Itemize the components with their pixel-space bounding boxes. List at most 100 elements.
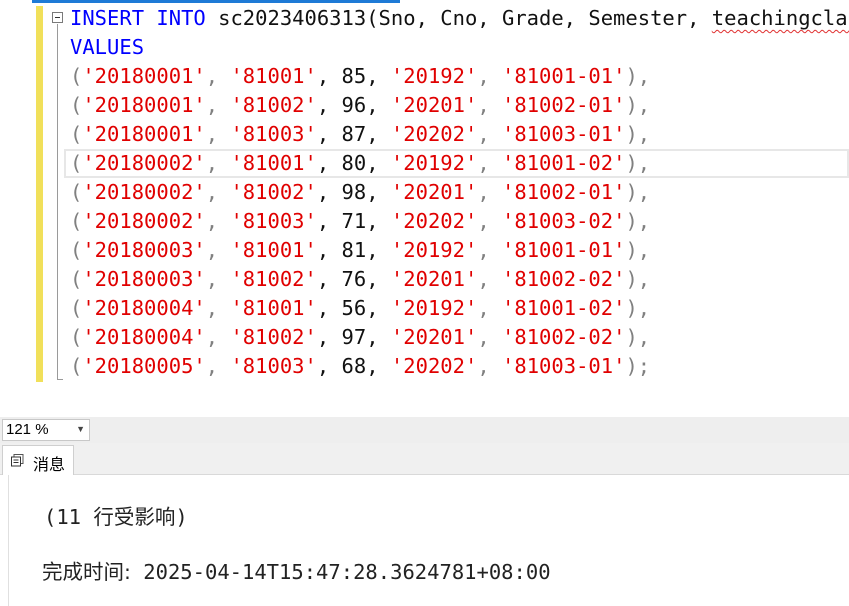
- string-literal: '20180002': [82, 180, 206, 204]
- code-token: (: [70, 354, 83, 378]
- code-token: , 96,: [316, 93, 391, 117]
- string-literal: '20180001': [82, 64, 206, 88]
- results-tab-bar: [0, 443, 849, 475]
- collapse-icon[interactable]: [52, 12, 63, 23]
- string-literal: '20180002': [82, 151, 206, 175]
- code-token: , 80,: [316, 151, 391, 175]
- code-token: (: [70, 238, 83, 262]
- string-literal: '81001-01': [502, 64, 626, 88]
- code-token: (: [70, 151, 83, 175]
- code-line[interactable]: ('20180001', '81002', 96, '20201', '8100…: [70, 91, 849, 120]
- string-literal: '20201': [390, 93, 478, 117]
- zoom-dropdown[interactable]: 121 % ▼: [2, 419, 90, 441]
- string-literal: '81002-01': [502, 180, 626, 204]
- tab-accent-bar: [0, 0, 400, 3]
- string-literal: '81002': [230, 180, 317, 204]
- code-token: ,: [205, 238, 231, 262]
- code-token: , 81,: [316, 238, 391, 262]
- code-token: ,: [477, 238, 503, 262]
- string-literal: '81001': [230, 151, 317, 175]
- code-token: (: [70, 267, 83, 291]
- code-token: ),: [625, 122, 651, 146]
- code-token: , 97,: [316, 325, 391, 349]
- code-line[interactable]: VALUES: [70, 33, 849, 62]
- string-literal: '81001-01': [502, 238, 626, 262]
- code-token: ),: [625, 64, 651, 88]
- string-literal: '20201': [390, 325, 478, 349]
- code-line[interactable]: ('20180002', '81002', 98, '20201', '8100…: [70, 178, 849, 207]
- code-line[interactable]: ('20180005', '81003', 68, '20202', '8100…: [70, 352, 849, 381]
- code-text[interactable]: INSERT INTO sc2023406313(Sno, Cno, Grade…: [70, 4, 849, 381]
- tab-messages[interactable]: 消息: [2, 445, 74, 476]
- string-literal: '20180001': [82, 93, 206, 117]
- code-token: ,: [477, 209, 503, 233]
- code-token: ,: [205, 151, 231, 175]
- string-literal: '20201': [390, 180, 478, 204]
- string-literal: '81001-02': [502, 296, 626, 320]
- code-token: ,: [205, 64, 231, 88]
- code-token: ),: [625, 267, 651, 291]
- string-literal: '81003-01': [502, 122, 626, 146]
- string-literal: '20202': [390, 122, 478, 146]
- string-literal: '81003': [230, 209, 317, 233]
- string-literal: '20202': [390, 354, 478, 378]
- string-literal: '81001': [230, 64, 317, 88]
- code-token: ,: [477, 180, 503, 204]
- string-literal: '81002-02': [502, 325, 626, 349]
- string-literal: '20180002': [82, 209, 206, 233]
- code-token: , 68,: [316, 354, 391, 378]
- code-token: ,: [477, 122, 503, 146]
- string-literal: '20192': [390, 151, 478, 175]
- code-token: ),: [625, 93, 651, 117]
- string-literal: '20180001': [82, 122, 206, 146]
- spellcheck-word: teachingclass: [711, 6, 849, 30]
- string-literal: '81003': [230, 354, 317, 378]
- code-token: ,: [205, 354, 231, 378]
- fold-guide-end: [57, 379, 63, 380]
- string-literal: '20180003': [82, 238, 206, 262]
- code-token: , 98,: [316, 180, 391, 204]
- change-indicator-bar: [36, 6, 43, 382]
- string-literal: '81003-02': [502, 209, 626, 233]
- code-token: (: [70, 296, 83, 320]
- code-token: ,: [477, 151, 503, 175]
- code-line[interactable]: INSERT INTO sc2023406313(Sno, Cno, Grade…: [70, 4, 849, 33]
- editor-gutter: [0, 0, 32, 417]
- string-literal: '81003-01': [502, 354, 626, 378]
- string-literal: '20192': [390, 64, 478, 88]
- sql-editor[interactable]: INSERT INTO sc2023406313(Sno, Cno, Grade…: [0, 0, 849, 417]
- code-token: );: [625, 354, 651, 378]
- code-token: ),: [625, 151, 651, 175]
- string-literal: '20180005': [82, 354, 206, 378]
- string-literal: '81001': [230, 238, 317, 262]
- code-line[interactable]: ('20180004', '81002', 97, '20201', '8100…: [70, 323, 849, 352]
- string-literal: '81002-01': [502, 93, 626, 117]
- messages-icon: [11, 454, 24, 467]
- string-literal: '20180003': [82, 267, 206, 291]
- string-literal: '81002': [230, 93, 317, 117]
- code-line[interactable]: ('20180003', '81001', 81, '20192', '8100…: [70, 236, 849, 265]
- code-line[interactable]: ('20180003', '81002', 76, '20201', '8100…: [70, 265, 849, 294]
- code-token: (: [70, 93, 83, 117]
- string-literal: '20180004': [82, 296, 206, 320]
- completion-time-label: 完成时间:: [42, 560, 131, 584]
- code-token: ),: [625, 296, 651, 320]
- code-token: ),: [625, 325, 651, 349]
- code-token: , 76,: [316, 267, 391, 291]
- dropdown-arrow-icon: ▼: [76, 424, 85, 434]
- code-line[interactable]: ('20180002', '81003', 71, '20202', '8100…: [70, 207, 849, 236]
- code-token: ,: [477, 296, 503, 320]
- completion-time-value: 2025-04-14T15:47:28.3624781+08:00: [130, 560, 551, 584]
- string-literal: '20192': [390, 296, 478, 320]
- code-token: ,: [205, 296, 231, 320]
- code-line[interactable]: ('20180001', '81003', 87, '20202', '8100…: [70, 120, 849, 149]
- code-line[interactable]: ('20180001', '81001', 85, '20192', '8100…: [70, 62, 849, 91]
- code-line[interactable]: ('20180004', '81001', 56, '20192', '8100…: [70, 294, 849, 323]
- code-line[interactable]: ('20180002', '81001', 80, '20192', '8100…: [70, 149, 849, 178]
- code-token: ,: [205, 209, 231, 233]
- messages-pane: [0, 475, 849, 606]
- code-token: ,: [205, 325, 231, 349]
- string-literal: '20201': [390, 267, 478, 291]
- fold-guide-line: [57, 24, 58, 380]
- code-token: ,: [477, 354, 503, 378]
